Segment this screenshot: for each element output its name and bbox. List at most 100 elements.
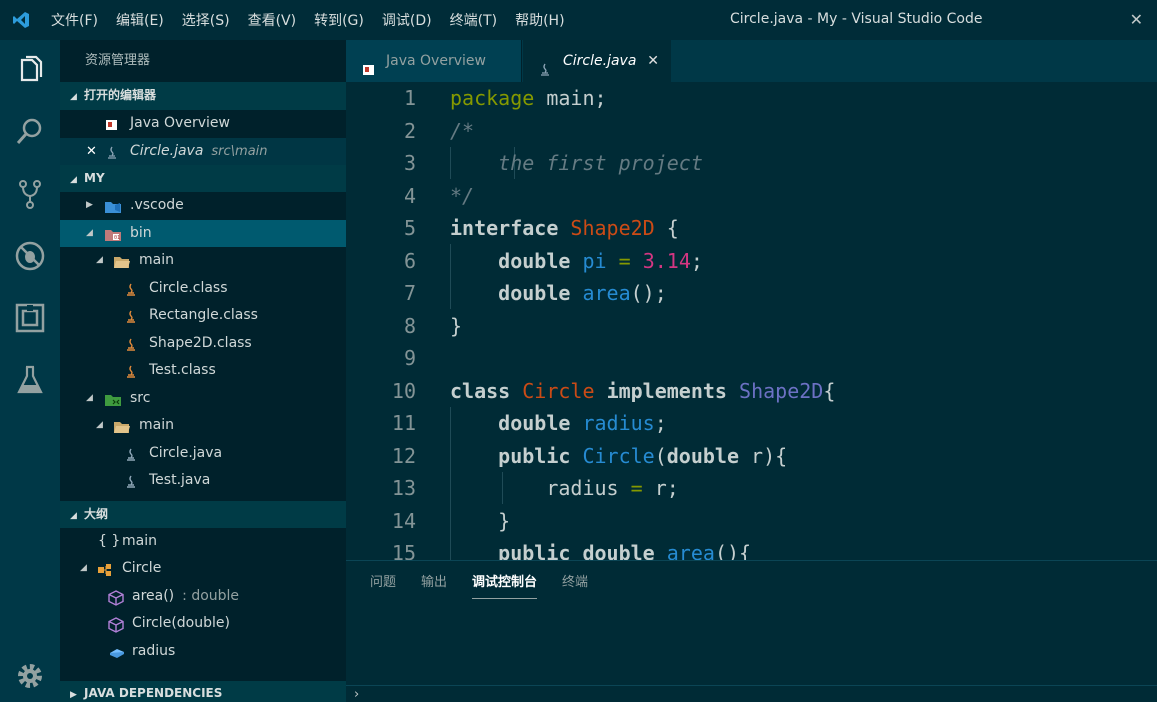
code-line[interactable]: 15 public double area(){ [346, 537, 1157, 560]
code-token: public [498, 541, 571, 560]
java-file-icon [123, 446, 139, 462]
panel-tab-output[interactable]: 输出 [421, 561, 447, 601]
code-text: } [450, 310, 462, 343]
code-text: */ [450, 180, 474, 213]
tree-item-folder[interactable]: ◢ main [60, 412, 346, 440]
chevron-down-icon: ◢ [86, 227, 93, 238]
tree-item-file[interactable]: Shape2D.class [60, 330, 346, 358]
open-editor-item[interactable]: Java Overview [60, 110, 346, 138]
debug-icon[interactable] [14, 240, 46, 272]
tab-java-overview[interactable]: Java Overview [346, 40, 522, 82]
outline-item[interactable]: area(): double [60, 583, 346, 611]
code-text: double area(); [450, 277, 667, 310]
tab-close-icon[interactable]: ✕ [647, 40, 659, 82]
code-token: double [498, 281, 571, 305]
code-line[interactable]: 4 */ [346, 180, 1157, 213]
svg-text:01: 01 [114, 235, 120, 241]
settings-gear-icon[interactable] [14, 660, 46, 692]
outline-item[interactable]: radius [60, 638, 346, 666]
panel-tab-debug-console[interactable]: 调试控制台 [472, 561, 538, 599]
code-token: Circle [582, 443, 655, 468]
code-token: public [498, 443, 571, 468]
code-line[interactable]: 14 } [346, 505, 1157, 538]
code-token: ; [690, 248, 703, 273]
title-bar: 文件(F) 编辑(E) 选择(S) 查看(V) 转到(G) 调试(D) 终端(T… [0, 0, 1157, 40]
panel-tabs: 问题 输出 调试控制台 终端 [370, 561, 613, 601]
tree-item-file[interactable]: Circle.class [60, 275, 346, 303]
chevron-down-icon: ◢ [70, 175, 77, 185]
code-line[interactable]: 12 public Circle(double r){ [346, 440, 1157, 473]
code-line[interactable]: 2 /* [346, 115, 1157, 148]
open-editor-item-active[interactable]: ✕ Circle.java src\main [60, 137, 346, 166]
menu-edit[interactable]: 编辑(E) [107, 10, 173, 30]
prompt-chevron-icon: › [354, 687, 360, 702]
code-line[interactable]: 6 double pi = 3.14; [346, 245, 1157, 278]
menu-terminal[interactable]: 终端(T) [441, 10, 506, 30]
workspace-header[interactable]: ◢ MY [60, 165, 346, 192]
window-close-icon[interactable]: ✕ [1130, 10, 1143, 29]
code-line[interactable]: 8} [346, 310, 1157, 343]
source-control-icon[interactable] [14, 178, 46, 210]
code-text: double radius; [450, 407, 667, 440]
code-token: the first project [450, 151, 703, 175]
open-editors-header[interactable]: ◢ 打开的编辑器 [60, 82, 346, 110]
extensions-icon[interactable] [14, 302, 46, 334]
menu-view[interactable]: 查看(V) [239, 10, 306, 30]
outline-item[interactable]: ◢ Circle [60, 555, 346, 583]
java-dependencies-header[interactable]: ▶ JAVA DEPENDENCIES [60, 681, 346, 702]
code-token: r){ [739, 443, 788, 468]
test-flask-icon[interactable] [14, 364, 46, 396]
tree-item-folder[interactable]: ◢ src [60, 385, 346, 413]
tree-item-folder[interactable]: ▶ .vscode [60, 192, 346, 220]
code-line[interactable]: 9 [346, 342, 1157, 375]
code-editor[interactable]: 1 package main; 2 /* 3 the first project 4 */ 5… [346, 82, 1157, 560]
code-line[interactable]: 7 double area(); [346, 277, 1157, 310]
panel-tab-problems[interactable]: 问题 [370, 561, 396, 601]
code-token: 3.14 [642, 248, 691, 273]
tab-circle-java[interactable]: Circle.java ✕ [523, 40, 671, 82]
close-icon[interactable]: ✕ [86, 138, 97, 166]
tree-item-folder[interactable]: ◢ main [60, 247, 346, 275]
chevron-right-icon: ▶ [86, 200, 93, 210]
line-number: 1 [403, 86, 416, 110]
code-token: radius [582, 411, 655, 435]
explorer-icon[interactable] [14, 54, 46, 86]
code-token: { [823, 378, 836, 403]
code-token: double [666, 443, 740, 468]
tree-item-file[interactable]: Test.class [60, 357, 346, 385]
tree-item-file[interactable]: Circle.java [60, 440, 346, 468]
panel-tab-terminal[interactable]: 终端 [562, 561, 588, 601]
code-line[interactable]: 1 package main; [346, 82, 1157, 115]
code-line[interactable]: 10 class Circle implements Shape2D{ [346, 375, 1157, 408]
code-line[interactable]: 5 interface Shape2D { [346, 212, 1157, 245]
line-number: 10 [391, 378, 416, 403]
menu-help[interactable]: 帮助(H) [506, 10, 573, 30]
search-icon[interactable] [14, 116, 46, 148]
code-token: interface [450, 216, 559, 240]
outline-item[interactable]: Circle(double) [60, 610, 346, 638]
menu-selection[interactable]: 选择(S) [173, 10, 239, 30]
menu-go[interactable]: 转到(G) [305, 10, 373, 30]
line-number: 14 [391, 508, 416, 533]
line-number: 5 [403, 216, 416, 240]
code-line[interactable]: 3 the first project [346, 147, 1157, 180]
code-line[interactable]: 13 radius = r; [346, 472, 1157, 505]
tree-item-folder-selected[interactable]: ◢ 01 bin [60, 219, 346, 247]
tree-item-file[interactable]: Rectangle.class [60, 302, 346, 330]
menu-debug[interactable]: 调试(D) [373, 10, 441, 30]
tree-item-file[interactable]: Test.java [60, 467, 346, 495]
code-line[interactable]: 11 double radius; [346, 407, 1157, 440]
outline-item[interactable]: { } main [60, 528, 346, 556]
outline-header[interactable]: ◢ 大纲 [60, 500, 346, 528]
menu-file[interactable]: 文件(F) [42, 10, 107, 30]
debug-console-input[interactable]: › [346, 685, 1157, 702]
chevron-down-icon: ◢ [80, 563, 87, 573]
sidebar-title: 资源管理器 [85, 53, 151, 68]
